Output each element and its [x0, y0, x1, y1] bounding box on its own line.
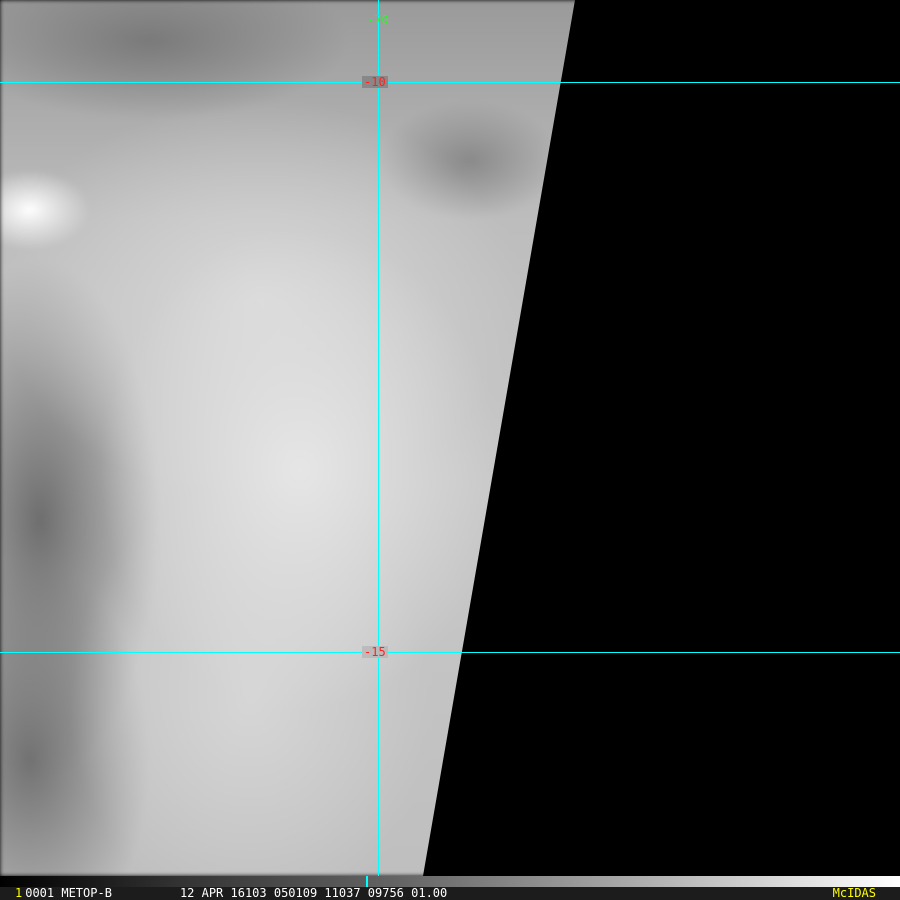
color-scale-marker — [366, 876, 368, 887]
latitude-label-15: -15 — [362, 645, 388, 659]
mcidas-display: -70 -10 -15 1 0001 METOP-B 12 APR 16103 … — [0, 0, 900, 900]
color-scale-bar — [0, 876, 900, 887]
satellite-image: -70 -10 -15 — [0, 0, 900, 876]
longitude-grid-line — [378, 0, 379, 876]
longitude-label: -70 — [367, 13, 389, 27]
frame-info: 0001 METOP-B — [25, 886, 112, 900]
mcidas-brand: McIDAS — [832, 886, 876, 900]
latitude-label-10: -10 — [362, 75, 388, 89]
frame-number: 1 — [15, 886, 23, 900]
date-info: 12 APR 16103 050109 11037 09756 01.00 — [179, 886, 448, 900]
latitude-grid-line-10 — [0, 82, 900, 83]
status-bar: 1 0001 METOP-B 12 APR 16103 050109 11037… — [0, 887, 900, 900]
latitude-grid-line-15 — [0, 652, 900, 653]
